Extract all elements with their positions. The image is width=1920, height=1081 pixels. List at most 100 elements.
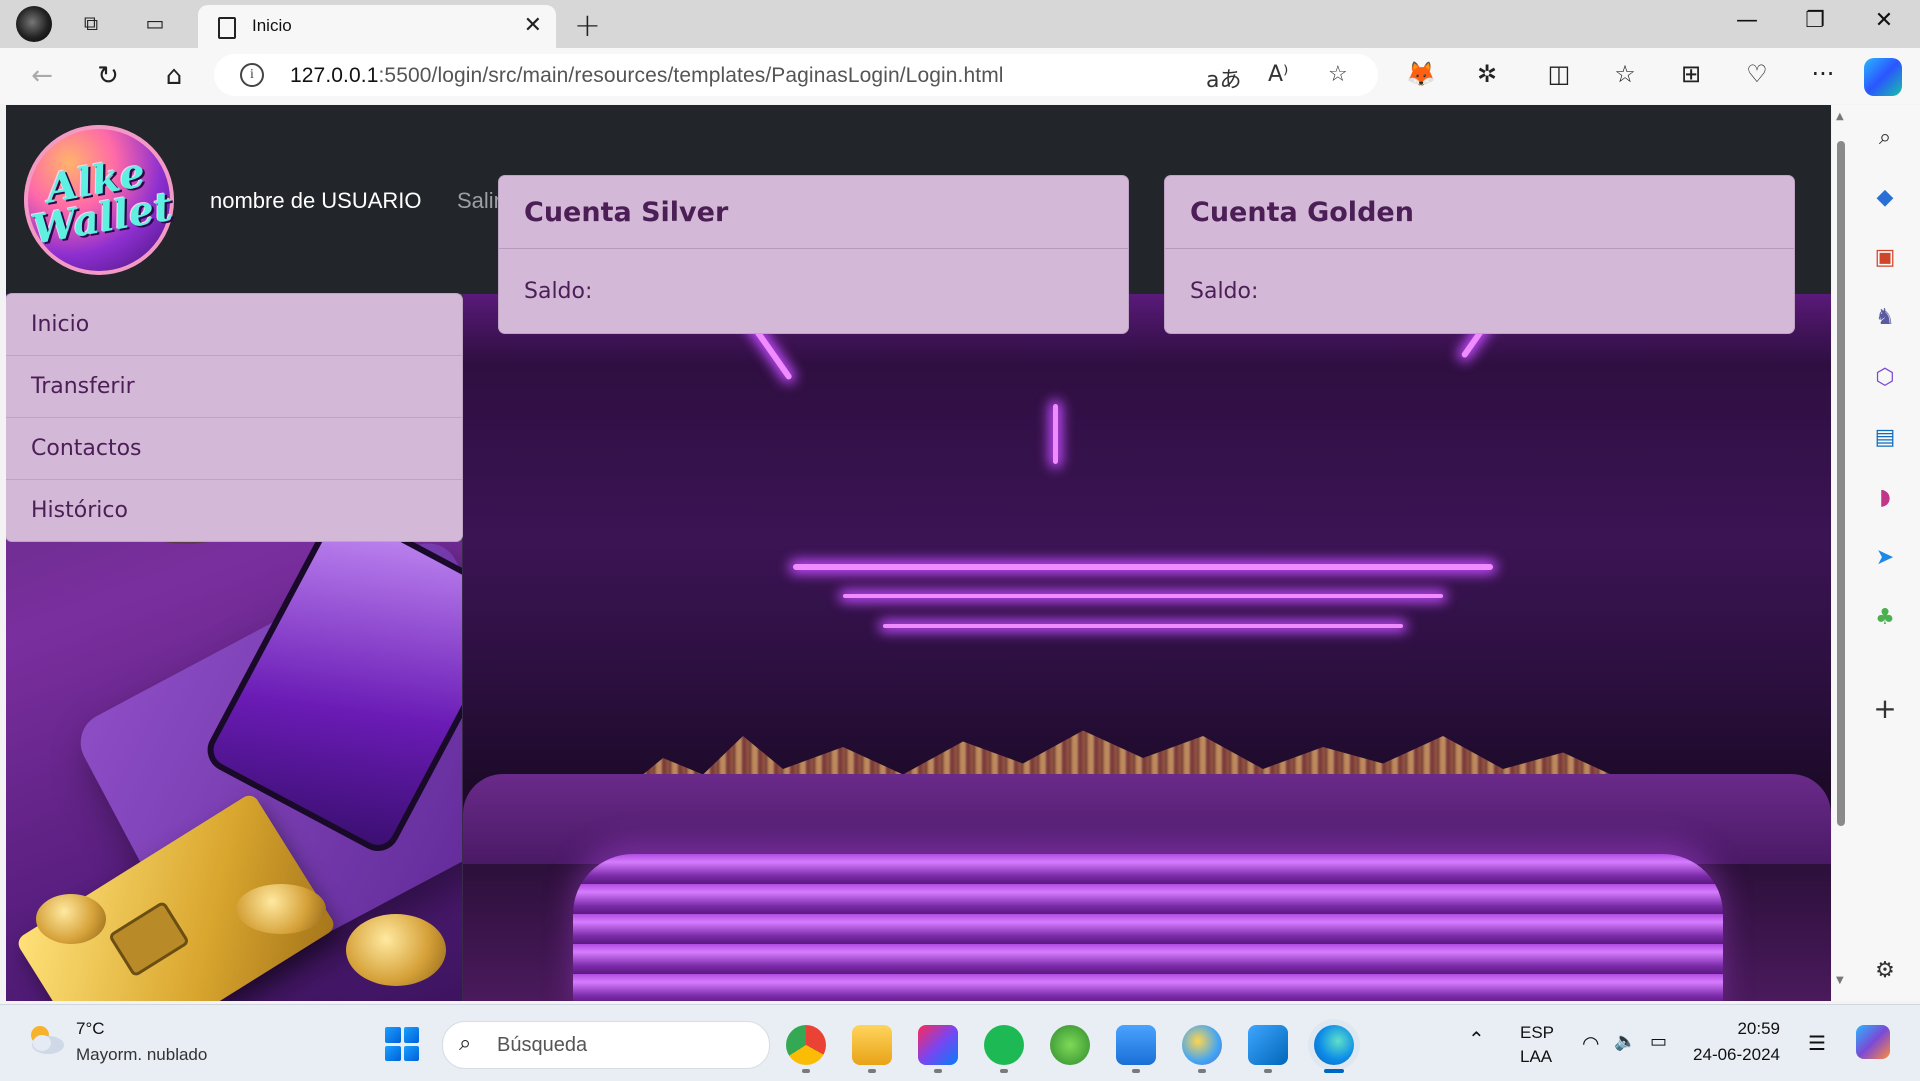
tree-icon[interactable]: ♣ — [1870, 602, 1900, 632]
app-running-indicator — [868, 1069, 876, 1073]
app-running-indicator — [1000, 1069, 1008, 1073]
weather-description[interactable]: Mayorm. nublado — [76, 1045, 207, 1065]
windows-taskbar: 7°C Mayorm. nublado ⌕ Búsqueda ⌃ ESP LAA… — [0, 1004, 1920, 1081]
games-icon[interactable]: ♞ — [1870, 302, 1900, 332]
app-running-indicator — [1198, 1069, 1206, 1073]
sofa-back — [463, 774, 1831, 864]
more-options-icon[interactable]: ··· — [1806, 60, 1840, 88]
shopping-tag-icon[interactable]: ◆ — [1870, 182, 1900, 212]
show-hidden-icons-chevron-icon[interactable]: ⌃ — [1468, 1027, 1485, 1052]
close-tab-icon[interactable]: ✕ — [524, 13, 542, 38]
address-bar[interactable]: i 127.0.0.1:5500/login/src/main/resource… — [214, 54, 1378, 96]
language-bottom[interactable]: LAA — [1520, 1047, 1552, 1067]
close-window-button[interactable]: ✕ — [1864, 8, 1904, 33]
settings-gear-icon[interactable]: ⚙ — [1870, 955, 1900, 985]
favorites-icon[interactable]: ☆ — [1608, 60, 1642, 88]
metamask-extension-icon[interactable]: 🦊 — [1404, 60, 1438, 88]
browser-essentials-icon[interactable]: ♡ — [1740, 60, 1774, 88]
spotify-icon[interactable] — [984, 1025, 1024, 1065]
neon-light — [1053, 404, 1058, 464]
new-tab-button[interactable]: + — [574, 6, 601, 44]
menu-item-historico[interactable]: Histórico — [6, 480, 462, 541]
scroll-down-icon[interactable]: ▼ — [1836, 975, 1844, 986]
tab-actions-icon[interactable]: ▭ — [142, 10, 168, 36]
logo-text: Alke Wallet — [28, 149, 177, 254]
designer-icon[interactable]: ◗ — [1870, 482, 1900, 512]
tools-icon[interactable]: ▣ — [1870, 242, 1900, 272]
split-screen-icon[interactable]: ◫ — [1542, 60, 1576, 88]
sofa-seat — [573, 854, 1723, 1001]
account-card-silver: Cuenta Silver Saldo: — [499, 176, 1128, 333]
intellij-icon[interactable] — [918, 1025, 958, 1065]
search-placeholder: Búsqueda — [497, 1034, 588, 1056]
copilot-taskbar-icon[interactable] — [1856, 1025, 1890, 1059]
search-icon[interactable]: ⌕ — [1870, 122, 1900, 152]
taskbar-search[interactable]: ⌕ Búsqueda — [442, 1021, 770, 1069]
profile-avatar[interactable] — [16, 6, 52, 42]
clock-date[interactable]: 24-06-2024 — [1680, 1045, 1780, 1065]
vscode-icon[interactable] — [1248, 1025, 1288, 1065]
workspaces-icon[interactable]: ⧉ — [78, 10, 104, 36]
scroll-up-icon[interactable]: ▲ — [1836, 111, 1844, 122]
start-button[interactable] — [385, 1027, 419, 1061]
translate-icon[interactable]: aあ — [1206, 62, 1241, 94]
app-running-indicator — [802, 1069, 810, 1073]
app-running-indicator — [934, 1069, 942, 1073]
edge-sidebar: ⌕ ◆ ▣ ♞ ⬡ ▤ ◗ ➤ ♣ + ⚙ — [1850, 105, 1920, 1001]
copilot-icon[interactable] — [1864, 58, 1902, 96]
scrollbar-thumb[interactable] — [1837, 141, 1845, 826]
coin-shape — [236, 884, 326, 934]
url-path: :5500/login/src/main/resources/templates… — [378, 64, 1004, 87]
app-active-indicator — [1324, 1069, 1344, 1073]
edge-icon[interactable] — [1314, 1025, 1354, 1065]
back-arrow-icon[interactable]: ← — [26, 60, 58, 92]
menu-item-transferir[interactable]: Transferir — [6, 356, 462, 418]
lounge-background-image — [463, 294, 1831, 1001]
drop-icon[interactable]: ➤ — [1870, 542, 1900, 572]
weather-temperature[interactable]: 7°C — [76, 1019, 105, 1039]
chrome-icon[interactable] — [786, 1025, 826, 1065]
account-balance-label: Saldo: — [1190, 279, 1259, 304]
minimize-button[interactable]: — — [1727, 8, 1767, 33]
account-title: Cuenta Golden — [1165, 176, 1794, 249]
language-top[interactable]: ESP — [1520, 1023, 1554, 1043]
neon-light — [793, 564, 1493, 570]
app-running-indicator — [1132, 1069, 1140, 1073]
favorite-star-icon[interactable]: ☆ — [1328, 62, 1348, 87]
read-aloud-icon[interactable]: A⁾ — [1268, 62, 1288, 87]
coin-shape — [346, 914, 446, 986]
volume-icon[interactable]: 🔈 — [1614, 1031, 1636, 1052]
coin-shape — [36, 894, 106, 944]
notepad-icon[interactable] — [1116, 1025, 1156, 1065]
clock-time[interactable]: 20:59 — [1700, 1019, 1780, 1039]
neon-light — [883, 624, 1403, 628]
extensions-icon[interactable]: ✲ — [1470, 60, 1504, 88]
menu-item-contactos[interactable]: Contactos — [6, 418, 462, 480]
page-scrollbar[interactable]: ▲ ▼ — [1832, 105, 1850, 1001]
add-icon[interactable]: + — [1870, 692, 1900, 725]
restore-button[interactable]: ❐ — [1795, 8, 1835, 33]
notifications-icon[interactable]: ☰ — [1808, 1031, 1826, 1056]
collections-icon[interactable]: ⊞ — [1674, 60, 1708, 88]
neon-light — [843, 594, 1443, 598]
battery-icon[interactable]: ▭ — [1650, 1031, 1667, 1052]
account-balance-label: Saldo: — [524, 279, 593, 304]
microsoft-365-icon[interactable]: ⬡ — [1870, 362, 1900, 392]
menu-item-inicio[interactable]: Inicio — [6, 294, 462, 356]
account-title: Cuenta Silver — [499, 176, 1128, 249]
site-info-icon[interactable]: i — [240, 63, 264, 87]
active-tab[interactable]: Inicio ✕ — [198, 5, 556, 48]
file-explorer-icon[interactable] — [852, 1025, 892, 1065]
url-text[interactable]: 127.0.0.1:5500/login/src/main/resources/… — [290, 64, 1004, 88]
wifi-icon[interactable]: ◠ — [1582, 1031, 1599, 1056]
paint-icon[interactable] — [1182, 1025, 1222, 1065]
search-icon: ⌕ — [459, 1031, 472, 1056]
browser-toolbar: ← ↻ ⌂ i 127.0.0.1:5500/login/src/main/re… — [0, 48, 1920, 104]
outlook-icon[interactable]: ▤ — [1870, 422, 1900, 452]
logout-link[interactable]: Salir — [457, 188, 501, 214]
reload-icon[interactable]: ↻ — [92, 60, 124, 92]
spring-tools-icon[interactable] — [1050, 1025, 1090, 1065]
cloudy-weather-icon[interactable] — [26, 1023, 66, 1057]
home-icon[interactable]: ⌂ — [158, 60, 190, 92]
alke-wallet-logo[interactable]: Alke Wallet — [24, 125, 176, 275]
